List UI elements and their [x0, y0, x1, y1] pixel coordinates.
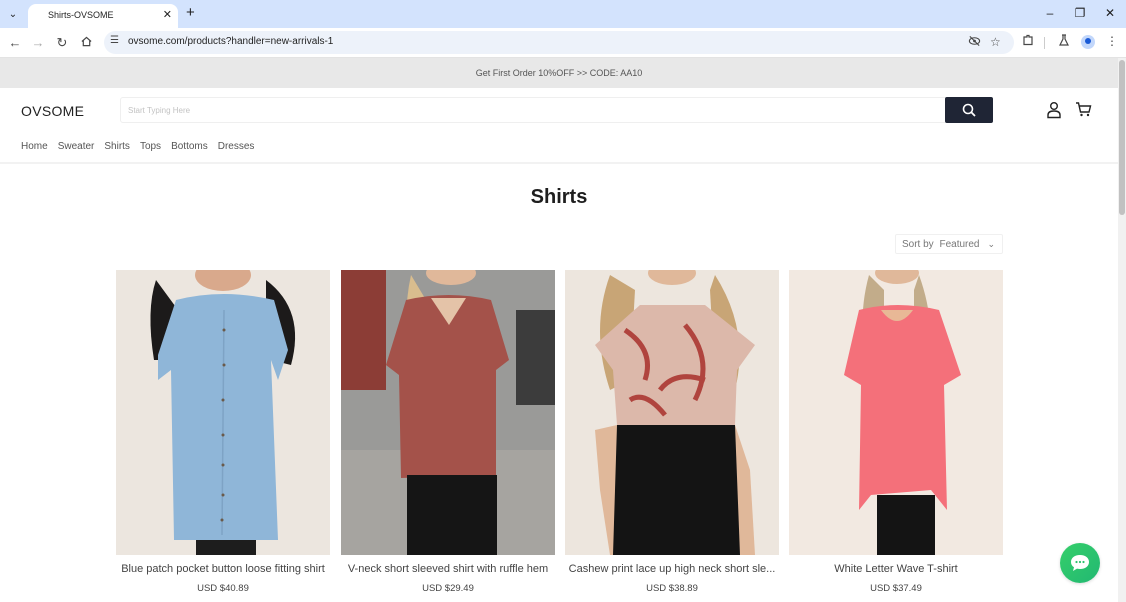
arrow-right-icon: → [31, 35, 45, 50]
page-scrollbar[interactable] [1118, 58, 1126, 602]
flask-icon [1059, 34, 1069, 46]
nav-sweater[interactable]: Sweater [58, 141, 95, 152]
product-price: USD $40.89 [197, 583, 249, 594]
main-nav: Home Sweater Shirts Tops Bottoms Dresses [21, 141, 264, 152]
home-button[interactable] [78, 35, 94, 51]
sort-dropdown[interactable]: Sort by Featured ⌄ [895, 234, 1003, 254]
kebab-icon: ⋮ [1106, 34, 1118, 48]
chat-bubble-icon [1071, 555, 1089, 571]
puzzle-icon [1023, 34, 1033, 46]
search-input[interactable] [121, 98, 946, 122]
product-image[interactable] [789, 270, 1003, 555]
tab-close-icon[interactable]: ✕ [163, 8, 172, 21]
search-icon [962, 103, 976, 117]
nav-home[interactable]: Home [21, 141, 48, 152]
tab-title: Shirts-OVSOME [48, 10, 114, 20]
page: Get First Order 10%OFF >> CODE: AA10 OVS… [0, 58, 1118, 602]
sort-label: Sort by [902, 239, 934, 250]
product-card[interactable]: Blue patch pocket button loose fitting s… [116, 270, 330, 594]
site-header: OVSOME Home Sweater Shirts Tops Bottoms … [0, 88, 1118, 164]
chevron-down-icon: ⌄ [987, 239, 995, 249]
browser-toolbar: ← → ↻ ☰ ovsome.com/products?handler=new-… [0, 28, 1126, 58]
reload-icon: ↻ [56, 35, 68, 50]
announcement-bar: Get First Order 10%OFF >> CODE: AA10 [0, 58, 1118, 88]
close-window-button[interactable]: ✕ [1102, 6, 1118, 20]
account-button[interactable] [1046, 101, 1064, 119]
cart-icon [1076, 102, 1092, 117]
browser-tabstrip: ⌄ Shirts-OVSOME ✕ + – ❐ ✕ [0, 0, 1126, 28]
product-card[interactable]: V-neck short sleeved shirt with ruffle h… [341, 270, 555, 594]
nav-dresses[interactable]: Dresses [218, 141, 255, 152]
chat-button[interactable] [1060, 543, 1100, 583]
site-logo[interactable]: OVSOME [21, 103, 84, 119]
cart-button[interactable] [1075, 101, 1093, 119]
forward-button[interactable]: → [30, 35, 46, 51]
browser-menu-button[interactable]: ⋮ [1104, 34, 1120, 48]
product-card[interactable]: White Letter Wave T-shirt USD $37.49 [789, 270, 1003, 594]
scrollbar-thumb[interactable] [1119, 60, 1125, 215]
nav-shirts[interactable]: Shirts [104, 141, 130, 152]
home-icon [81, 36, 91, 47]
browser-tab[interactable]: Shirts-OVSOME ✕ [28, 4, 178, 28]
bookmark-star-icon[interactable]: ☆ [990, 35, 1001, 49]
chevron-down-icon: ⌄ [8, 8, 18, 20]
restore-button[interactable]: ❐ [1072, 6, 1088, 20]
sort-value: Featured [939, 239, 980, 250]
url-text[interactable]: ovsome.com/products?handler=new-arrivals… [128, 36, 333, 47]
product-name[interactable]: V-neck short sleeved shirt with ruffle h… [341, 563, 555, 575]
close-icon: ✕ [1104, 6, 1116, 20]
address-bar[interactable]: ☰ ovsome.com/products?handler=new-arriva… [104, 31, 1014, 54]
new-tab-button[interactable]: + [186, 5, 195, 21]
tab-search-button[interactable]: ⌄ [4, 5, 22, 23]
product-name[interactable]: Blue patch pocket button loose fitting s… [116, 563, 330, 575]
arrow-left-icon: ← [8, 35, 22, 50]
back-button[interactable]: ← [7, 35, 23, 51]
nav-tops[interactable]: Tops [140, 141, 161, 152]
minimize-icon: – [1046, 6, 1054, 20]
product-price: USD $29.49 [422, 583, 474, 594]
search-button[interactable] [945, 97, 993, 123]
product-name[interactable]: Cashew print lace up high neck short sle… [565, 563, 779, 575]
restore-icon: ❐ [1074, 6, 1086, 20]
extensions-button[interactable] [1020, 34, 1036, 49]
product-card[interactable]: Cashew print lace up high neck short sle… [565, 270, 779, 594]
product-price: USD $37.49 [870, 583, 922, 594]
site-info-icon[interactable]: ☰ [110, 35, 119, 46]
product-image[interactable] [116, 270, 330, 555]
minimize-button[interactable]: – [1042, 6, 1058, 20]
product-image[interactable] [565, 270, 779, 555]
reload-button[interactable]: ↻ [54, 35, 70, 51]
search-box [120, 97, 993, 123]
toolbar-divider [1044, 37, 1045, 49]
product-name[interactable]: White Letter Wave T-shirt [789, 563, 1003, 575]
labs-button[interactable] [1056, 34, 1072, 49]
page-title: Shirts [530, 186, 588, 208]
profile-avatar[interactable] [1081, 35, 1095, 49]
plus-icon: + [186, 4, 195, 21]
eye-off-icon[interactable] [968, 35, 981, 50]
product-image[interactable] [341, 270, 555, 555]
user-icon [1047, 102, 1061, 119]
product-price: USD $38.89 [646, 583, 698, 594]
nav-bottoms[interactable]: Bottoms [171, 141, 208, 152]
